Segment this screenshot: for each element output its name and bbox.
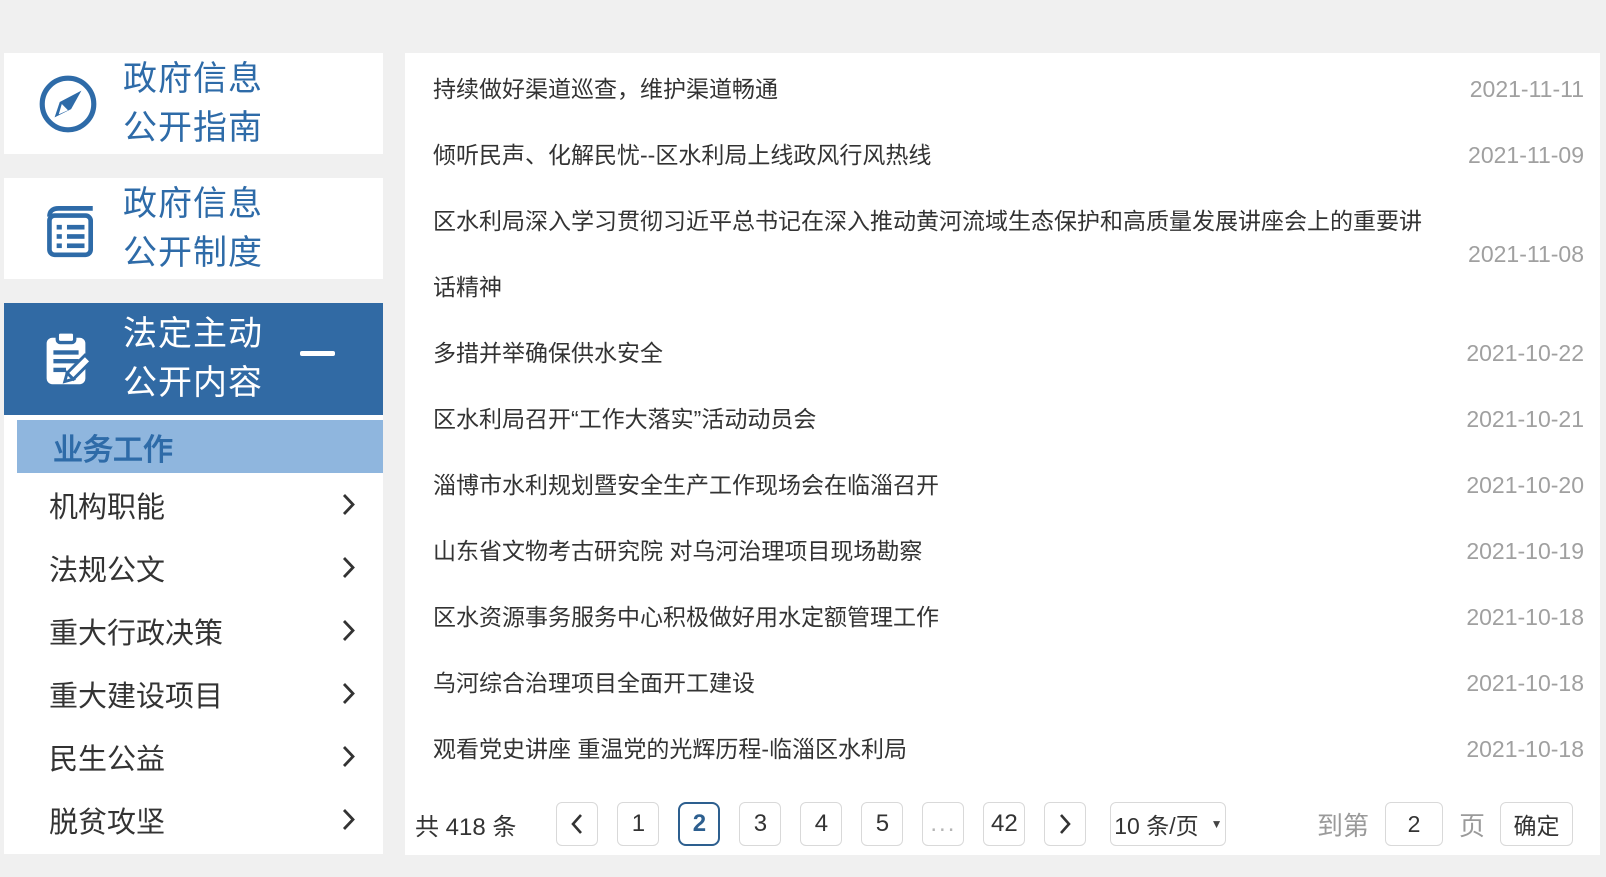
sidebar-card-label: 法定主动 公开内容 bbox=[123, 310, 263, 408]
sidebar-menu-item[interactable]: 重大建设项目 bbox=[4, 662, 383, 725]
news-date: 2021-10-21 bbox=[1466, 405, 1584, 432]
goto-page-group: 到第 页 确定 bbox=[1317, 802, 1573, 846]
chevron-right-icon bbox=[342, 683, 355, 704]
news-title-link[interactable]: 区水利局深入学习贯彻习近平总书记在深入推动黄河流域生态保护和高质量发展讲座会上的… bbox=[433, 188, 1428, 320]
page-buttons: 1 2 3 4 5... 42 bbox=[617, 802, 1044, 846]
news-title-link[interactable]: 淄博市水利规划暨安全生产工作现场会在临淄召开 bbox=[433, 452, 939, 518]
news-title-link[interactable]: 倾听民声、化解民忧--区水利局上线政风行风热线 bbox=[433, 122, 931, 188]
sidebar-menu-item[interactable]: 民生公益 bbox=[4, 725, 383, 788]
news-list-item: 区水利局召开“工作大落实”活动动员会 2021-10-21 bbox=[433, 386, 1584, 452]
news-title-link[interactable]: 乌河综合治理项目全面开工建设 bbox=[433, 650, 755, 716]
news-title-link[interactable]: 观看党史讲座 重温党的光辉历程-临淄区水利局 bbox=[433, 716, 907, 782]
news-date: 2021-11-09 bbox=[1468, 141, 1584, 168]
main-content: 持续做好渠道巡查，维护渠道畅通 2021-11-11 倾听民声、化解民忧--区水利局… bbox=[405, 53, 1600, 855]
card-label-line2: 公开内容 bbox=[123, 364, 263, 402]
sidebar-item-statutory-disclosure[interactable]: 法定主动 公开内容 bbox=[4, 303, 383, 415]
news-date: 2021-11-11 bbox=[1469, 75, 1584, 102]
news-date: 2021-10-18 bbox=[1466, 603, 1584, 630]
caret-down-icon: ▼ bbox=[1210, 817, 1223, 831]
prev-page-button[interactable] bbox=[556, 802, 599, 846]
news-title-link[interactable]: 区水资源事务服务中心积极做好用水定额管理工作 bbox=[433, 584, 939, 650]
news-list-item: 倾听民声、化解民忧--区水利局上线政风行风热线 2021-11-09 bbox=[433, 122, 1584, 188]
sidebar-card-label: 政府信息 公开制度 bbox=[123, 180, 263, 278]
sidebar-card-label: 政府信息 公开指南 bbox=[123, 55, 263, 153]
card-label-line1: 法定主动 bbox=[123, 315, 263, 353]
news-date: 2021-10-22 bbox=[1466, 339, 1584, 366]
goto-page-input[interactable] bbox=[1384, 802, 1443, 846]
page-size-select[interactable]: 10 条/页 ▼ bbox=[1110, 802, 1227, 846]
news-list-item: 淄博市水利规划暨安全生产工作现场会在临淄召开 2021-10-20 bbox=[433, 452, 1584, 518]
news-list-item: 区水利局深入学习贯彻习近平总书记在深入推动黄河流域生态保护和高质量发展讲座会上的… bbox=[433, 188, 1584, 320]
goto-suffix-label: 页 bbox=[1458, 810, 1485, 841]
page-number-button[interactable]: 5 bbox=[861, 802, 904, 846]
page-number-button[interactable]: 3 bbox=[739, 802, 782, 846]
news-list-item: 乌河综合治理项目全面开工建设 2021-10-18 bbox=[433, 650, 1584, 716]
sidebar-menu-item[interactable]: 机构职能 bbox=[4, 473, 383, 536]
news-title-link[interactable]: 多措并举确保供水安全 bbox=[433, 320, 663, 386]
book-icon bbox=[35, 196, 101, 262]
sidebar-menu-item[interactable]: 法规公文 bbox=[4, 536, 383, 599]
chevron-left-icon bbox=[571, 814, 583, 834]
card-label-line2: 公开制度 bbox=[123, 233, 263, 272]
sidebar-item-gov-info-system[interactable]: 政府信息 公开制度 bbox=[4, 178, 383, 279]
page-number-button[interactable]: 42 bbox=[983, 802, 1026, 846]
menu-item-label: 脱贫攻坚 bbox=[49, 806, 166, 839]
card-label-line2: 公开指南 bbox=[123, 108, 263, 147]
menu-item-label: 民生公益 bbox=[49, 743, 166, 776]
chevron-right-icon bbox=[1060, 814, 1072, 834]
news-title-link[interactable]: 区水利局召开“工作大落实”活动动员会 bbox=[433, 386, 816, 452]
clipboard-pencil-icon bbox=[35, 326, 101, 392]
chevron-right-icon bbox=[342, 746, 355, 767]
page-size-label: 10 条/页 bbox=[1114, 813, 1199, 839]
news-list-item: 持续做好渠道巡查，维护渠道畅通 2021-11-11 bbox=[433, 56, 1584, 122]
chevron-right-icon bbox=[342, 809, 355, 830]
chevron-right-icon bbox=[342, 620, 355, 641]
card-label-line1: 政府信息 bbox=[123, 184, 263, 223]
menu-item-label: 重大建设项目 bbox=[49, 680, 224, 713]
page-ellipsis-button[interactable]: ... bbox=[922, 802, 965, 846]
total-count: 共 418 条 bbox=[415, 813, 517, 841]
next-page-button[interactable] bbox=[1044, 802, 1087, 846]
compass-icon bbox=[35, 71, 101, 137]
news-list: 持续做好渠道巡查，维护渠道畅通 2021-11-11 倾听民声、化解民忧--区水利局… bbox=[433, 56, 1584, 782]
menu-item-label: 法规公文 bbox=[49, 554, 166, 587]
chevron-right-icon bbox=[342, 494, 355, 515]
card-label-line1: 政府信息 bbox=[123, 59, 263, 98]
news-title-link[interactable]: 持续做好渠道巡查，维护渠道畅通 bbox=[433, 56, 778, 122]
news-date: 2021-10-19 bbox=[1466, 537, 1584, 564]
pagination-bar: 共 418 条 12345... 42 10 条/页 ▼ 到第 页 确定 bbox=[415, 802, 1584, 846]
news-list-item: 山东省文物考古研究院 对乌河治理项目现场勘察 2021-10-19 bbox=[433, 518, 1584, 584]
menu-item-label: 重大行政决策 bbox=[49, 617, 224, 650]
news-list-item: 多措并举确保供水安全 2021-10-22 bbox=[433, 320, 1584, 386]
menu-item-label: 机构职能 bbox=[49, 491, 166, 524]
goto-prefix-label: 到第 bbox=[1316, 810, 1369, 841]
collapse-minus-icon bbox=[300, 351, 335, 356]
sidebar-menu-item[interactable]: 脱贫攻坚 bbox=[4, 788, 383, 851]
chevron-right-icon bbox=[342, 557, 355, 578]
sidebar-menu: 业务工作 机构职能法规公文重大行政决策 重大建设项目 民生公益脱贫攻坚 bbox=[4, 415, 383, 854]
news-date: 2021-10-18 bbox=[1466, 669, 1584, 696]
sidebar-menu-item[interactable]: 重大行政决策 bbox=[4, 599, 383, 662]
news-date: 2021-10-18 bbox=[1466, 735, 1584, 762]
sidebar: 政府信息 公开指南 政府信息 公开制度 法定主动 公开内容 业务工作 机构职能 … bbox=[4, 53, 383, 854]
sidebar-item-gov-info-guide[interactable]: 政府信息 公开指南 bbox=[4, 53, 383, 154]
sidebar-item-business-work[interactable]: 业务工作 bbox=[17, 420, 383, 473]
news-date: 2021-10-20 bbox=[1466, 471, 1584, 498]
page-number-button[interactable]: 4 bbox=[800, 802, 843, 846]
news-list-item: 观看党史讲座 重温党的光辉历程-临淄区水利局 2021-10-18 bbox=[433, 716, 1584, 782]
page-number-button[interactable]: 1 bbox=[617, 802, 660, 846]
confirm-button[interactable]: 确定 bbox=[1500, 802, 1573, 846]
news-date: 2021-11-08 bbox=[1468, 240, 1584, 267]
page-number-button[interactable]: 2 bbox=[678, 802, 721, 846]
news-title-link[interactable]: 山东省文物考古研究院 对乌河治理项目现场勘察 bbox=[433, 518, 922, 584]
news-list-item: 区水资源事务服务中心积极做好用水定额管理工作 2021-10-18 bbox=[433, 584, 1584, 650]
